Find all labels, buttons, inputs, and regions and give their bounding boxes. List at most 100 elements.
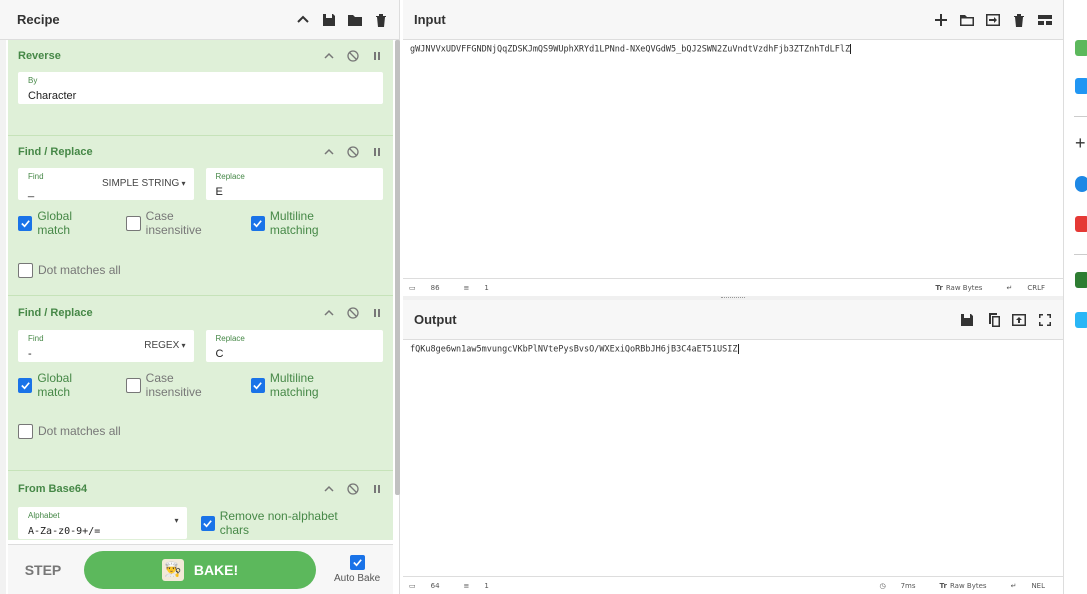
dot-matches-all-checkbox[interactable]: Dot matches all <box>18 423 121 439</box>
text-caret <box>737 344 739 354</box>
disable-icon[interactable] <box>347 50 359 62</box>
encoding-value: Raw Bytes <box>945 283 983 292</box>
messenger-icon[interactable] <box>1075 176 1087 192</box>
youtube-icon[interactable] <box>1075 216 1087 232</box>
multiline-checkbox[interactable]: Multiline matching <box>250 209 361 237</box>
operation-reverse: Reverse By Character <box>8 40 393 136</box>
open-folder-icon[interactable] <box>959 12 975 28</box>
operation-from-base64: From Base64 Alphabet A-Za-z0-9+/= Remove… <box>8 471 393 540</box>
char-encoding-selector[interactable]: Tr Raw Bytes <box>935 284 994 292</box>
clear-recipe-icon[interactable] <box>373 12 389 28</box>
input-text: gWJNVVxUDVFFGNDNjQqZDSKJmQS9WUphXRYd1LPN… <box>410 44 851 55</box>
field-value: A-Za-z0-9+/= <box>28 526 101 537</box>
alphabet-dropdown[interactable] <box>174 515 178 526</box>
pause-icon[interactable] <box>371 50 383 62</box>
output-textarea[interactable]: fQKu8ge6wn1aw5mvungcVKbPlNVtePysBvsO/WXE… <box>403 340 1063 576</box>
case-insensitive-checkbox[interactable]: Case insensitive <box>126 209 228 237</box>
remove-non-alphabet-checkbox[interactable]: Remove non-alphabet chars <box>200 509 362 537</box>
recipe-list: Reverse By Character Find / Replace Find… <box>8 40 393 540</box>
chevron-up-icon[interactable] <box>323 146 335 158</box>
maximise-icon[interactable] <box>1037 312 1053 328</box>
checkbox-label: Global match <box>37 209 73 237</box>
extension-icon[interactable] <box>1075 272 1087 288</box>
save-recipe-icon[interactable] <box>321 12 337 28</box>
checkbox-label: Dot matches all <box>38 263 121 277</box>
panel-gutter <box>0 40 6 594</box>
lines-indicator: ≡ 1 <box>464 582 501 590</box>
clock-icon: ◷ <box>879 581 886 590</box>
find-field[interactable]: Find - REGEX <box>18 330 194 362</box>
bake-time-value: 7ms <box>900 581 916 590</box>
bake-button[interactable]: 👨‍🍳 BAKE! <box>84 550 316 589</box>
load-recipe-icon[interactable] <box>347 12 363 28</box>
encoding-icon: Tr <box>939 581 947 590</box>
step-button[interactable]: STEP <box>8 562 78 578</box>
disable-icon[interactable] <box>347 483 359 495</box>
save-output-icon[interactable] <box>959 312 975 328</box>
extension-icon[interactable] <box>1075 312 1087 328</box>
field-label: By <box>28 76 38 85</box>
add-icon[interactable] <box>933 12 949 28</box>
extension-icon[interactable] <box>1075 78 1087 94</box>
operation-title: Reverse <box>18 50 61 62</box>
extension-icon[interactable] <box>1075 40 1087 56</box>
field-label: Replace <box>215 334 245 343</box>
field-value: Character <box>28 90 77 102</box>
length-icon: ▭ <box>409 283 416 292</box>
pause-icon[interactable] <box>371 307 383 319</box>
checkbox-label: Global match <box>37 371 73 399</box>
text-caret <box>850 44 852 54</box>
multiline-checkbox[interactable]: Multiline matching <box>250 371 361 399</box>
chevron-up-icon[interactable] <box>323 50 335 62</box>
input-panel: Input gWJNVVxUDVFFGNDNjQqZDSKJmQS9WUphXR… <box>403 0 1063 298</box>
bake-label: BAKE! <box>193 561 239 578</box>
output-panel: Output fQKu8ge6wn1aw5mvungcVKbPlNVtePysB… <box>403 300 1063 594</box>
chef-icon: 👨‍🍳 <box>161 558 184 581</box>
global-match-checkbox[interactable]: Global match <box>18 209 104 237</box>
output-status-bar: ▭ 64 ≡ 1 ◷ 7ms Tr Raw Bytes ↵ NEL <box>403 576 1063 594</box>
pause-icon[interactable] <box>371 146 383 158</box>
lines-value: 1 <box>484 581 489 590</box>
collapse-all-icon[interactable] <box>295 12 311 28</box>
open-file-icon[interactable] <box>985 12 1001 28</box>
field-label: Replace <box>215 172 245 181</box>
add-icon[interactable]: + <box>1075 134 1087 152</box>
global-match-checkbox[interactable]: Global match <box>18 371 104 399</box>
replace-field[interactable]: Replace C <box>205 330 383 362</box>
by-field[interactable]: By Character <box>18 72 383 104</box>
copy-icon[interactable] <box>985 312 1001 328</box>
recipe-title: Recipe <box>17 12 60 27</box>
eol-selector[interactable]: ↵ CRLF <box>1006 284 1057 292</box>
case-insensitive-checkbox[interactable]: Case insensitive <box>126 371 228 399</box>
operation-title: From Base64 <box>18 483 88 495</box>
checkbox-label: Multiline matching <box>269 371 319 399</box>
alphabet-field[interactable]: Alphabet A-Za-z0-9+/= <box>18 507 187 539</box>
delete-icon[interactable] <box>1011 12 1027 28</box>
recipe-scrollbar[interactable] <box>395 40 400 495</box>
replace-field[interactable]: Replace E <box>205 168 383 200</box>
dot-matches-all-checkbox[interactable]: Dot matches all <box>18 262 121 278</box>
chevron-up-icon[interactable] <box>323 483 335 495</box>
chevron-up-icon[interactable] <box>323 307 335 319</box>
auto-bake-checkbox[interactable]: Auto Bake <box>334 555 380 584</box>
eol-selector[interactable]: ↵ NEL <box>1011 582 1057 590</box>
operation-title: Find / Replace <box>18 146 93 158</box>
input-textarea[interactable]: gWJNVVxUDVFFGNDNjQqZDSKJmQS9WUphXRYd1LPN… <box>403 40 1063 278</box>
eol-icon: ↵ <box>1010 581 1017 590</box>
disable-icon[interactable] <box>347 307 359 319</box>
find-mode-dropdown[interactable]: REGEX <box>144 340 185 351</box>
recipe-panel: Recipe Reverse By Character Find / Repla… <box>0 0 400 594</box>
lines-icon: ≡ <box>463 581 470 590</box>
find-field[interactable]: Find _ SIMPLE STRING <box>18 168 194 200</box>
replace-input-icon[interactable] <box>1011 312 1027 328</box>
input-status-bar: ▭ 86 ≡ 1 Tr Raw Bytes ↵ CRLF <box>403 278 1063 296</box>
sidebar-divider <box>1074 116 1087 117</box>
find-mode-dropdown[interactable]: SIMPLE STRING <box>102 178 186 189</box>
operation-find-replace: Find / Replace Find _ SIMPLE STRING Repl <box>8 136 393 296</box>
lines-icon: ≡ <box>463 283 470 292</box>
disable-icon[interactable] <box>347 146 359 158</box>
char-encoding-selector[interactable]: Tr Raw Bytes <box>940 582 999 590</box>
pause-icon[interactable] <box>371 483 383 495</box>
length-indicator: ▭ 64 <box>409 582 452 590</box>
layout-icon[interactable] <box>1037 12 1053 28</box>
